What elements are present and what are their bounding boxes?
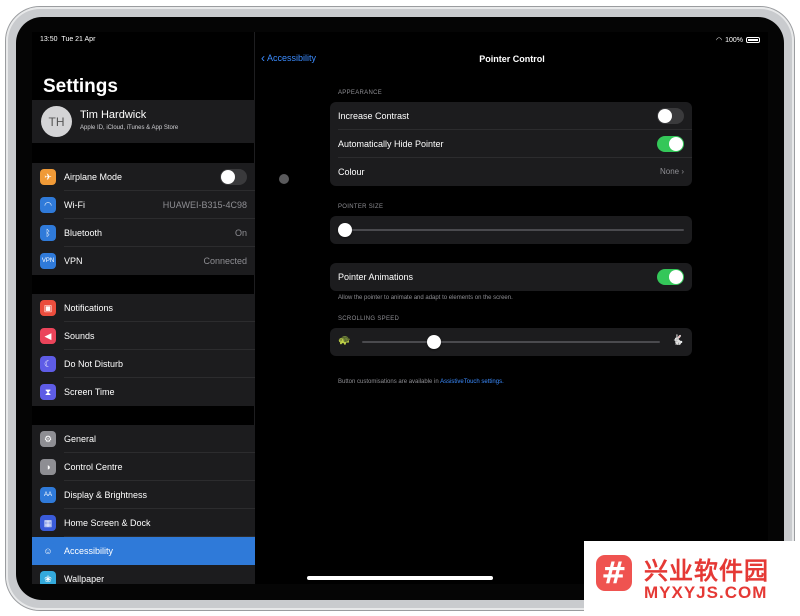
page-title: Pointer Control bbox=[479, 54, 545, 64]
sidebar-item-label: Screen Time bbox=[64, 387, 115, 397]
accessibility-icon: ☺ bbox=[40, 543, 56, 559]
appearance-card: Increase Contrast Automatically Hide Poi… bbox=[330, 102, 692, 186]
settings-group-general: ⚙ General ◑ Control Centre AA Display & Brigh… bbox=[32, 425, 255, 584]
sidebar-item-label: VPN bbox=[64, 256, 83, 266]
auto-hide-pointer-toggle[interactable] bbox=[657, 136, 684, 152]
pointer-size-slider-thumb[interactable] bbox=[338, 223, 352, 237]
moon-icon: ☾ bbox=[40, 356, 56, 372]
profile-subtitle: Apple ID, iCloud, iTunes & App Store bbox=[80, 125, 179, 131]
settings-group-connectivity: ✈ Airplane Mode ◠ Wi-Fi HUAWEI-B315-4C98 ᛒ Blu… bbox=[32, 163, 255, 275]
scrolling-speed-slider-thumb[interactable] bbox=[426, 335, 441, 349]
sidebar-title: Settings bbox=[43, 76, 118, 97]
pointer-animations-card: Pointer Animations bbox=[330, 263, 692, 291]
increase-contrast-label: Increase Contrast bbox=[338, 111, 410, 121]
apple-id-profile[interactable]: TH Tim Hardwick Apple ID, iCloud, iTunes… bbox=[32, 100, 255, 143]
colour-value: None › bbox=[659, 167, 684, 176]
sidebar-item-wi-fi[interactable]: ◠ Wi-Fi HUAWEI-B315-4C98 bbox=[32, 191, 255, 219]
sidebar-item-control-centre[interactable]: ◑ Control Centre bbox=[32, 453, 255, 481]
pointer-control-pane: ‹ Accessibility Pointer Control APPEARAN… bbox=[256, 32, 768, 584]
home-screen-icon: ▦ bbox=[40, 515, 56, 531]
pointer-size-header: POINTER SIZE bbox=[338, 204, 384, 210]
sidebar-item-label: Home Screen & Dock bbox=[64, 518, 151, 528]
sounds-icon: ◀ bbox=[40, 328, 56, 344]
wifi-icon: ◠ bbox=[715, 37, 723, 44]
sidebar-item-airplane-mode[interactable]: ✈ Airplane Mode bbox=[32, 163, 255, 191]
colour-label: Colour bbox=[338, 167, 365, 177]
screen: Settings TH Tim Hardwick Apple ID, iClou… bbox=[32, 32, 768, 584]
auto-hide-pointer-label: Automatically Hide Pointer bbox=[338, 139, 444, 149]
button-customisation-note: Button customisations are available in A… bbox=[338, 379, 504, 385]
sidebar-item-label: Bluetooth bbox=[64, 228, 103, 238]
profile-name: Tim Hardwick bbox=[80, 109, 147, 121]
watermark-text: 兴业软件园 bbox=[644, 557, 769, 585]
airplane-icon: ✈ bbox=[40, 169, 56, 185]
scrolling-speed-header: SCROLLING SPEED bbox=[338, 316, 400, 322]
bluetooth-icon: ᛒ bbox=[40, 225, 56, 241]
scrolling-speed-card: 🐢 🐇 bbox=[330, 328, 692, 356]
sidebar-item-wallpaper[interactable]: ❀ Wallpaper bbox=[32, 565, 255, 584]
sidebar-item-label: Notifications bbox=[64, 303, 114, 313]
sidebar-item-value: On bbox=[234, 228, 247, 238]
sidebar-item-display-brightness[interactable]: AA Display & Brightness bbox=[32, 481, 255, 509]
increase-contrast-toggle[interactable] bbox=[657, 108, 684, 124]
pointer-animations-label: Pointer Animations bbox=[338, 272, 414, 282]
airplane-mode-toggle[interactable] bbox=[220, 169, 247, 185]
status-time: 13:50 Tue 21 Apr bbox=[40, 36, 96, 43]
sidebar-item-label: Control Centre bbox=[64, 462, 123, 472]
home-indicator[interactable] bbox=[307, 576, 493, 580]
sidebar-item-vpn[interactable]: VPN VPN Connected bbox=[32, 247, 255, 275]
sidebar-item-bluetooth[interactable]: ᛒ Bluetooth On bbox=[32, 219, 255, 247]
sidebar-item-label: Sounds bbox=[64, 331, 95, 341]
sidebar-item-value: Connected bbox=[203, 256, 247, 266]
pointer-animations-footnote: Allow the pointer to animate and adapt t… bbox=[338, 295, 513, 301]
colour-row[interactable]: Colour None › bbox=[330, 158, 692, 186]
pointer-animations-row: Pointer Animations bbox=[330, 263, 692, 291]
vpn-icon: VPN bbox=[40, 253, 56, 269]
sidebar-item-label: Display & Brightness bbox=[64, 490, 148, 500]
chevron-right-icon: › bbox=[681, 167, 684, 176]
sidebar-item-value: HUAWEI-B315-4C98 bbox=[162, 200, 247, 210]
sidebar-item-general[interactable]: ⚙ General bbox=[32, 425, 255, 453]
sidebar-item-sounds[interactable]: ◀ Sounds bbox=[32, 322, 255, 350]
pointer-size-card bbox=[330, 216, 692, 244]
status-right: ◠ 100% bbox=[716, 36, 760, 44]
watermark: # 兴业软件园 MYXYJS.COM bbox=[584, 541, 796, 611]
settings-sidebar: Settings TH Tim Hardwick Apple ID, iClou… bbox=[32, 32, 255, 584]
sidebar-item-label: General bbox=[64, 434, 97, 444]
pointer-preview bbox=[279, 174, 289, 184]
assistivetouch-link[interactable]: AssistiveTouch settings. bbox=[440, 379, 504, 385]
settings-group-notifications: ▣ Notifications ◀ Sounds ☾ Do Not Disturb ⧗ Scr… bbox=[32, 294, 255, 406]
auto-hide-pointer-row: Automatically Hide Pointer bbox=[330, 130, 692, 158]
sidebar-item-do-not-disturb[interactable]: ☾ Do Not Disturb bbox=[32, 350, 255, 378]
tortoise-icon: 🐢 bbox=[338, 335, 351, 346]
sidebar-item-screen-time[interactable]: ⧗ Screen Time bbox=[32, 378, 255, 406]
sidebar-item-label: Accessibility bbox=[64, 546, 114, 556]
pointer-animations-toggle[interactable] bbox=[657, 269, 684, 285]
sidebar-item-label: Wallpaper bbox=[64, 574, 105, 584]
wifi-icon: ◠ bbox=[40, 197, 56, 213]
battery-percent: 100% bbox=[725, 36, 743, 44]
status-bar: 13:50 Tue 21 Apr ◠ 100% bbox=[32, 32, 768, 46]
sidebar-item-label: Do Not Disturb bbox=[64, 359, 124, 369]
watermark-logo: # bbox=[596, 555, 632, 591]
hare-icon: 🐇 bbox=[671, 335, 684, 346]
sidebar-item-home-screen-dock[interactable]: ▦ Home Screen & Dock bbox=[32, 509, 255, 537]
sidebar-item-accessibility[interactable]: ☺ Accessibility bbox=[32, 537, 255, 565]
avatar: TH bbox=[41, 106, 72, 137]
sidebar-item-notifications[interactable]: ▣ Notifications bbox=[32, 294, 255, 322]
wallpaper-icon: ❀ bbox=[40, 571, 56, 584]
battery-icon bbox=[746, 37, 760, 43]
scrolling-speed-track[interactable] bbox=[362, 341, 660, 343]
appearance-header: APPEARANCE bbox=[338, 90, 383, 96]
sidebar-item-label: Airplane Mode bbox=[64, 172, 123, 182]
gear-icon: ⚙ bbox=[40, 431, 56, 447]
sidebar-item-label: Wi-Fi bbox=[64, 200, 85, 210]
notifications-icon: ▣ bbox=[40, 300, 56, 316]
display-icon: AA bbox=[40, 487, 56, 503]
hourglass-icon: ⧗ bbox=[40, 384, 56, 400]
control-centre-icon: ◑ bbox=[40, 459, 56, 475]
pointer-size-track[interactable] bbox=[345, 229, 684, 231]
increase-contrast-row: Increase Contrast bbox=[330, 102, 692, 130]
watermark-url: MYXYJS.COM bbox=[644, 583, 768, 602]
